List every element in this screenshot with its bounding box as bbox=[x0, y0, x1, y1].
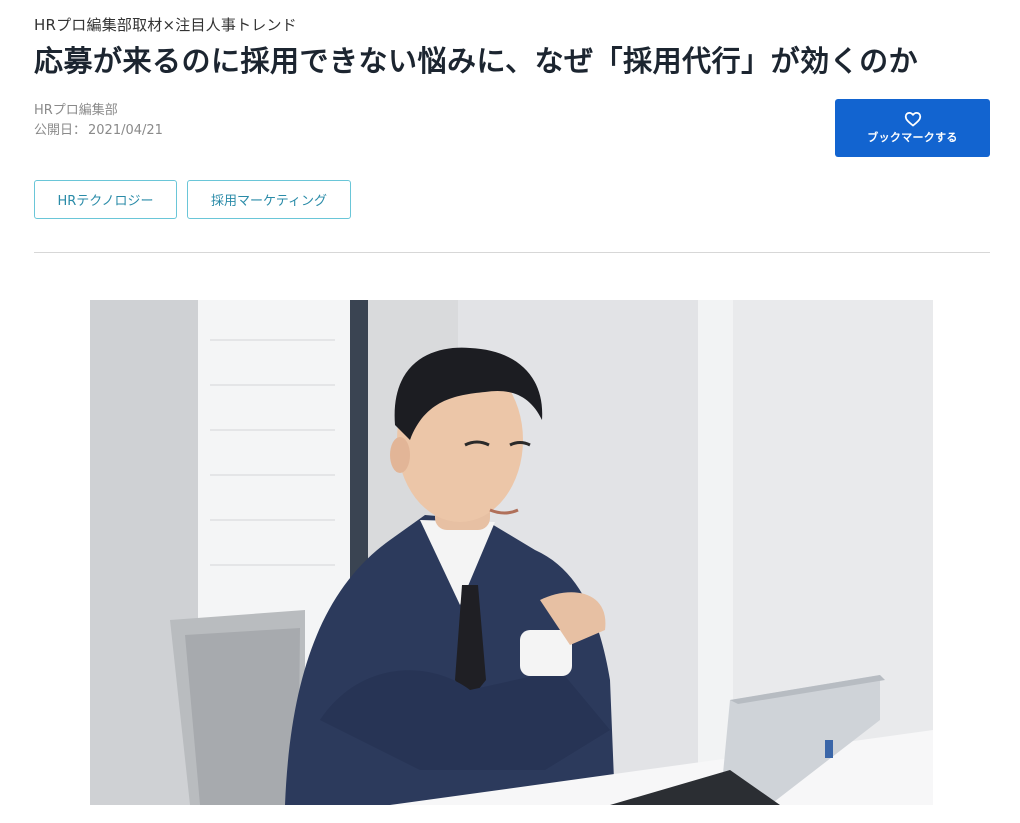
hero-photo bbox=[90, 300, 933, 805]
publish-date: 公開日： 2021/04/21 bbox=[34, 119, 163, 138]
tag-list: HRテクノロジー 採用マーケティング bbox=[34, 180, 351, 219]
article-title: 応募が来るのに採用できない悩みに、なぜ「採用代行」が効くのか bbox=[34, 44, 919, 78]
publish-date-value: 2021/04/21 bbox=[88, 123, 163, 138]
bookmark-button[interactable]: ブックマークする bbox=[835, 99, 990, 157]
article-author[interactable]: HRプロ編集部 bbox=[34, 99, 118, 118]
publish-date-label: 公開日： bbox=[34, 123, 87, 138]
tag-recruitment-marketing[interactable]: 採用マーケティング bbox=[187, 180, 351, 219]
heart-outline-icon bbox=[904, 111, 921, 127]
hero-image bbox=[90, 300, 933, 805]
bookmark-label: ブックマークする bbox=[867, 131, 958, 144]
article-category[interactable]: HRプロ編集部取材×注目人事トレンド bbox=[34, 14, 297, 35]
divider bbox=[34, 252, 990, 253]
article-page: HRプロ編集部取材×注目人事トレンド 応募が来るのに採用できない悩みに、なぜ「採… bbox=[0, 0, 1020, 823]
tag-hr-technology[interactable]: HRテクノロジー bbox=[34, 180, 177, 219]
